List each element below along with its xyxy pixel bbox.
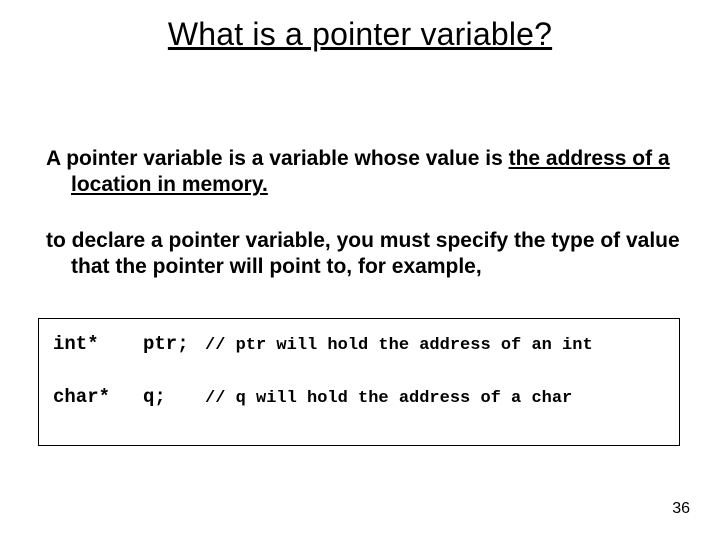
page-number: 36 [672, 500, 690, 518]
code-comment: // ptr will hold the address of an int [205, 336, 669, 356]
code-var: ptr; [143, 333, 205, 356]
declaration-paragraph: to declare a pointer variable, you must … [46, 228, 691, 281]
code-row: char* q; // q will hold the address of a… [53, 386, 669, 409]
code-var: q; [143, 386, 205, 409]
definition-paragraph: A pointer variable is a variable whose v… [46, 146, 691, 199]
code-comment: // q will hold the address of a char [205, 389, 669, 409]
definition-lead: A pointer variable is a variable whose v… [46, 147, 509, 170]
code-type: char* [53, 386, 143, 409]
code-example-box: int* ptr; // ptr will hold the address o… [38, 318, 680, 446]
code-row: int* ptr; // ptr will hold the address o… [53, 333, 669, 356]
code-type: int* [53, 333, 143, 356]
slide: What is a pointer variable? A pointer va… [0, 0, 720, 540]
slide-title: What is a pointer variable? [0, 16, 720, 53]
